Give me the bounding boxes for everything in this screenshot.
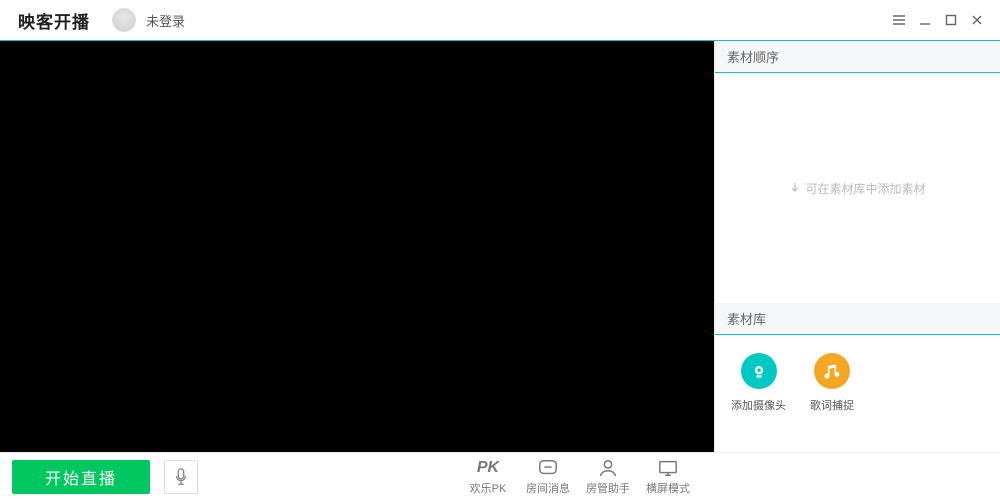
close-icon — [970, 13, 984, 27]
camera-icon — [741, 353, 777, 389]
material-order-panel[interactable]: 可在素材库中添加素材 — [715, 73, 1000, 303]
maximize-button[interactable] — [938, 7, 964, 33]
room-admin-label: 房管助手 — [586, 480, 630, 496]
message-icon — [537, 458, 559, 478]
landscape-mode-label: 横屏模式 — [646, 480, 690, 496]
minimize-icon — [918, 13, 932, 27]
video-preview[interactable] — [0, 41, 714, 452]
pk-button[interactable]: PK 欢乐PK — [458, 458, 518, 496]
lyric-capture-button[interactable]: 歌词捕捉 — [810, 353, 854, 413]
maximize-icon — [944, 13, 958, 27]
room-admin-button[interactable]: 房管助手 — [578, 458, 638, 496]
sidebar: 素材顺序 可在素材库中添加素材 素材库 添加摄像头 — [714, 41, 1000, 452]
hint-text: 可在素材库中添加素材 — [805, 180, 925, 197]
avatar[interactable] — [112, 8, 136, 32]
material-library-header: 素材库 — [715, 303, 1000, 335]
landscape-mode-button[interactable]: 横屏模式 — [638, 458, 698, 496]
add-camera-label: 添加摄像头 — [731, 397, 786, 413]
app-title: 映客开播 — [18, 8, 90, 33]
arrow-down-icon — [789, 182, 801, 194]
bottombar: 开始直播 PK 欢乐PK 房间消息 房管助手 横屏模式 — [0, 452, 1000, 500]
room-message-label: 房间消息 — [526, 480, 570, 496]
material-library-panel: 添加摄像头 歌词捕捉 — [715, 335, 1000, 452]
menu-icon — [892, 13, 906, 27]
start-stream-button[interactable]: 开始直播 — [12, 460, 150, 494]
material-order-hint: 可在素材库中添加素材 — [789, 180, 925, 197]
close-button[interactable] — [964, 7, 990, 33]
admin-icon — [597, 458, 619, 478]
menu-button[interactable] — [886, 7, 912, 33]
lyric-capture-label: 歌词捕捉 — [810, 397, 854, 413]
add-camera-button[interactable]: 添加摄像头 — [731, 353, 786, 413]
material-order-header: 素材顺序 — [715, 41, 1000, 73]
pk-icon: PK — [477, 458, 499, 478]
minimize-button[interactable] — [912, 7, 938, 33]
room-message-button[interactable]: 房间消息 — [518, 458, 578, 496]
pk-label: 欢乐PK — [470, 480, 507, 496]
music-note-icon — [814, 353, 850, 389]
login-status[interactable]: 未登录 — [146, 11, 185, 30]
microphone-icon — [173, 468, 189, 486]
microphone-button[interactable] — [164, 460, 198, 494]
monitor-icon — [657, 458, 679, 478]
titlebar: 映客开播 未登录 — [0, 0, 1000, 40]
